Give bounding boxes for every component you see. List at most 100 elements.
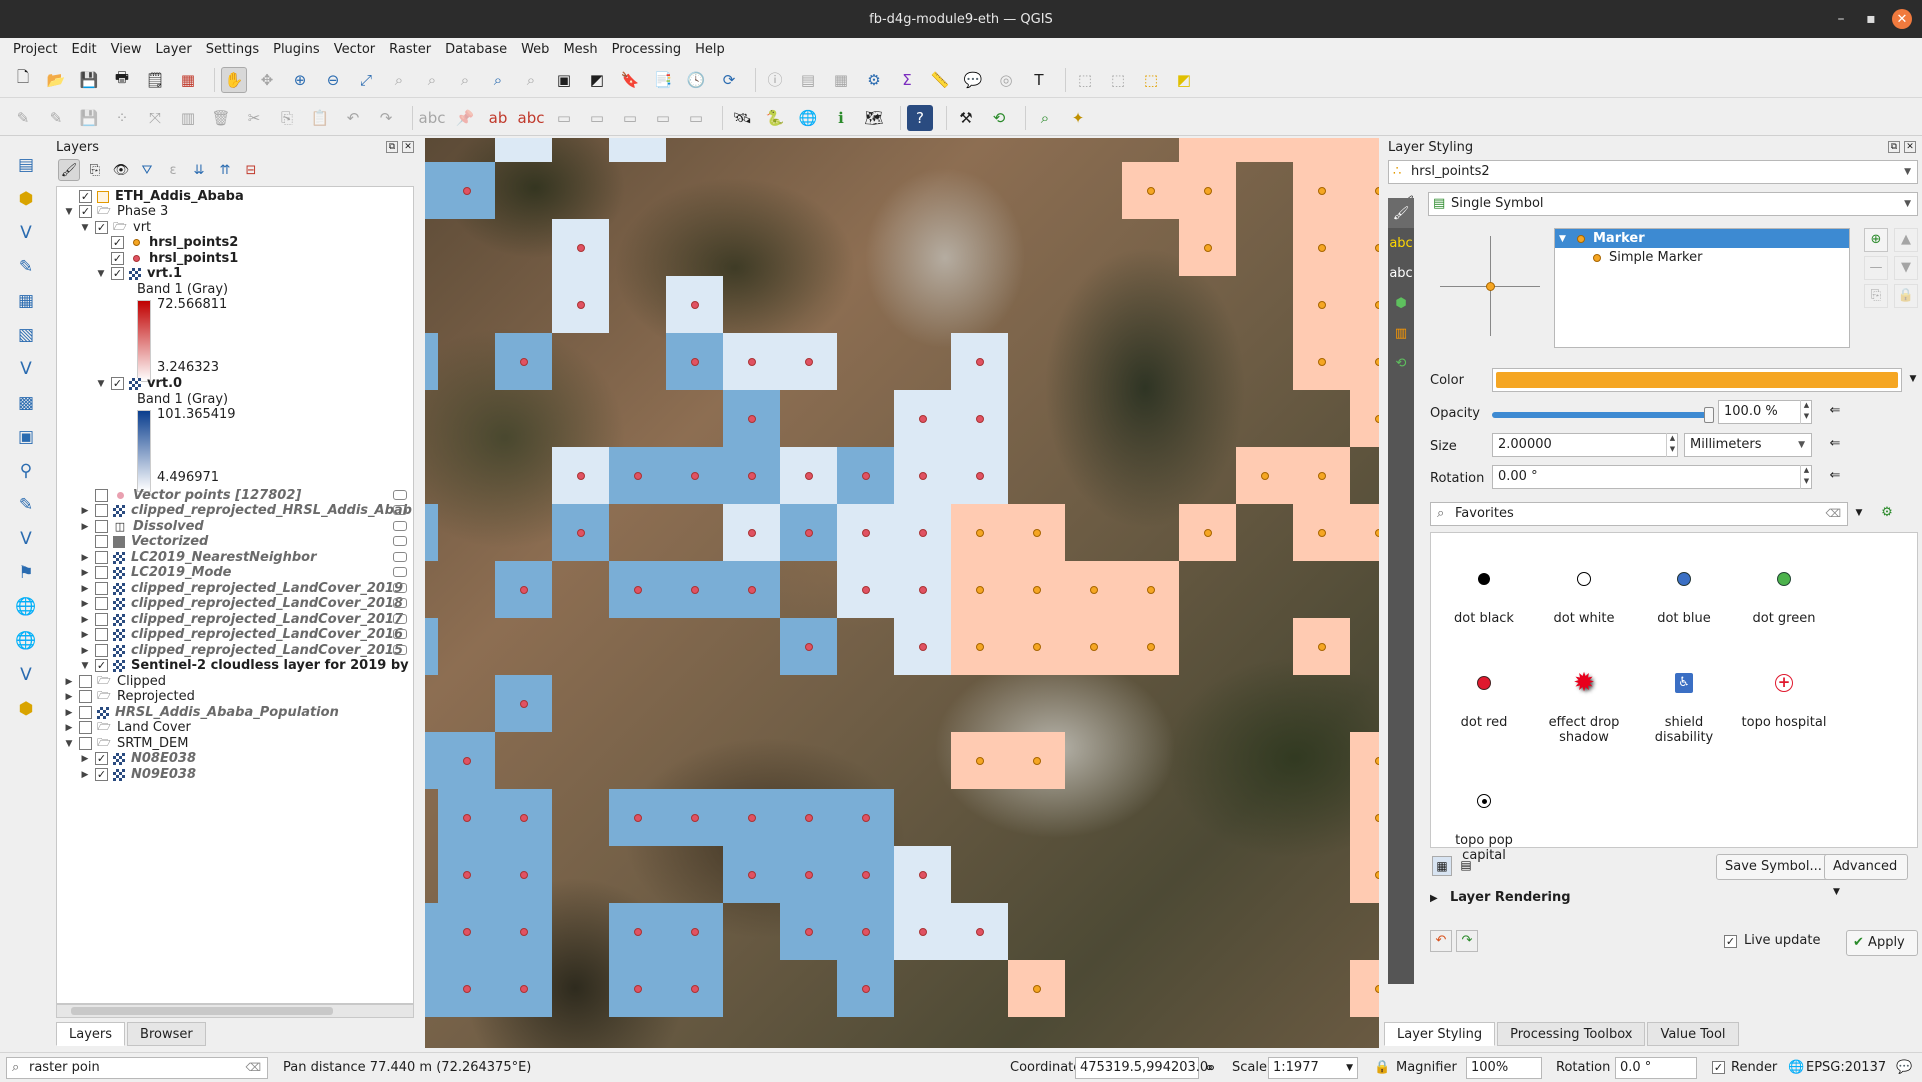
select-by-area-icon[interactable]: ⬚: [1072, 67, 1098, 93]
toggle-editing-icon[interactable]: ✎: [10, 105, 36, 131]
menu-processing[interactable]: Processing: [605, 42, 688, 57]
remove-layer-icon[interactable]: ⊟: [240, 159, 262, 181]
add-mesh-layer-icon[interactable]: ▦: [13, 288, 39, 314]
layer-checkbox[interactable]: ✓: [95, 659, 108, 672]
embedded-indicator-icon[interactable]: [393, 614, 407, 624]
gps-icon[interactable]: 🛰: [729, 105, 755, 131]
menu-layer[interactable]: Layer: [149, 42, 199, 57]
opacity-slider-handle[interactable]: [1704, 407, 1714, 423]
text-annotation-icon[interactable]: T: [1026, 67, 1052, 93]
symbol-layer-marker[interactable]: ▼ Marker: [1555, 229, 1849, 248]
add-vector-tile-icon[interactable]: ⬢: [13, 696, 39, 722]
tab-processing-toolbox[interactable]: Processing Toolbox: [1497, 1022, 1646, 1046]
remove-symbol-layer-button[interactable]: —: [1864, 256, 1888, 280]
symbol-topo-hospital[interactable]: + topo hospital: [1739, 669, 1829, 730]
add-wcs-icon[interactable]: 🌐: [13, 594, 39, 620]
tag-filter-chevron-icon[interactable]: ▼: [1848, 502, 1870, 526]
menu-settings[interactable]: Settings: [199, 42, 266, 57]
clear-icon[interactable]: ⌫: [245, 1058, 261, 1078]
expand-arrow-icon[interactable]: ▶: [63, 723, 75, 733]
float-panel-button[interactable]: ⧉: [386, 141, 398, 153]
symbol-shield-disability[interactable]: ♿ shield disability: [1639, 669, 1729, 745]
add-vector-layer-icon[interactable]: V: [13, 220, 39, 246]
move-label-icon[interactable]: ▭: [584, 105, 610, 131]
menu-edit[interactable]: Edit: [64, 42, 103, 57]
zoom-native-icon[interactable]: ⌕: [452, 67, 478, 93]
identify-info-icon[interactable]: ℹ: [828, 105, 854, 131]
symbology-tab-icon[interactable]: 🖌: [1388, 198, 1414, 228]
embedded-indicator-icon[interactable]: [393, 645, 407, 655]
expand-arrow-icon[interactable]: ▶: [1430, 893, 1438, 904]
data-defined-override-icon[interactable]: ⇐: [1824, 433, 1846, 457]
layer-checkbox[interactable]: [79, 721, 92, 734]
processing-toolbox-icon[interactable]: ⌕: [1032, 105, 1058, 131]
paste-features-icon[interactable]: 📋: [307, 105, 333, 131]
collapse-arrow-icon[interactable]: ▼: [95, 269, 107, 279]
add-group-icon[interactable]: ⎘: [84, 159, 106, 181]
collapse-arrow-icon[interactable]: ▼: [63, 207, 75, 217]
tab-browser[interactable]: Browser: [127, 1022, 206, 1046]
advanced-button[interactable]: Advanced ▼: [1824, 854, 1908, 897]
layer-checkbox[interactable]: ✓: [95, 768, 108, 781]
show-bookmarks-icon[interactable]: 📑: [650, 67, 676, 93]
layer-select-combo[interactable]: ∴ hrsl_points2 ▼: [1388, 160, 1918, 184]
style-manager-icon[interactable]: ▦: [175, 67, 201, 93]
duplicate-symbol-layer-button[interactable]: ⎘: [1864, 284, 1888, 308]
add-postgis-icon[interactable]: V: [13, 356, 39, 382]
layer-checkbox[interactable]: [95, 628, 108, 641]
identify-features-icon[interactable]: ⓘ: [762, 67, 788, 93]
embedded-indicator-icon[interactable]: [393, 505, 407, 515]
delete-selected-icon[interactable]: 🗑: [208, 105, 234, 131]
filter-legend-icon[interactable]: ⛛: [136, 159, 158, 181]
embedded-indicator-icon[interactable]: [393, 552, 407, 562]
layer-checkbox[interactable]: [95, 535, 108, 548]
processing-model-icon[interactable]: ⚒: [953, 105, 979, 131]
add-wms-icon[interactable]: ⚑: [13, 560, 39, 586]
label-toolbar-icon[interactable]: abc: [518, 105, 545, 131]
add-delimited-text-icon[interactable]: ▧: [13, 322, 39, 348]
value-tool-icon[interactable]: ✦: [1065, 105, 1091, 131]
expand-arrow-icon[interactable]: ▶: [63, 692, 75, 702]
lock-scale-icon[interactable]: 🔒: [1374, 1053, 1390, 1082]
tab-layer-styling[interactable]: Layer Styling: [1384, 1022, 1496, 1046]
expand-arrow-icon[interactable]: ▶: [63, 677, 75, 687]
attribute-table-icon[interactable]: ▤: [795, 67, 821, 93]
expand-all-icon[interactable]: ⇊: [188, 159, 210, 181]
live-update-checkbox[interactable]: ✓: [1724, 935, 1737, 948]
expand-arrow-icon[interactable]: ▶: [79, 599, 91, 609]
temporal-controller-icon[interactable]: 🕓: [683, 67, 709, 93]
menu-mesh[interactable]: Mesh: [556, 42, 604, 57]
crs-globe-icon[interactable]: 🌐: [1788, 1053, 1804, 1082]
close-panel-button[interactable]: ✕: [1904, 141, 1916, 153]
add-wfs-icon[interactable]: 🌐: [13, 628, 39, 654]
layer-rendering-section[interactable]: Layer Rendering: [1450, 890, 1571, 905]
scrollbar-thumb[interactable]: [71, 1007, 333, 1015]
symbol-search-input[interactable]: ⌕ Favorites ⌫: [1430, 502, 1848, 526]
embedded-indicator-icon[interactable]: [393, 583, 407, 593]
expand-arrow-icon[interactable]: ▶: [79, 754, 91, 764]
embedded-indicator-icon[interactable]: [393, 598, 407, 608]
zoom-next-icon[interactable]: ⌕: [518, 67, 544, 93]
layer-checkbox[interactable]: [95, 566, 108, 579]
symbol-effect-drop-shadow[interactable]: ✹ effect drop shadow: [1539, 669, 1629, 746]
menu-raster[interactable]: Raster: [382, 42, 438, 57]
new-project-icon[interactable]: 🗋: [10, 67, 36, 93]
symbol-layer-simple-marker[interactable]: Simple Marker: [1555, 248, 1849, 267]
map-tips-icon[interactable]: 💬: [960, 67, 986, 93]
opacity-spinbox[interactable]: 100.0 %: [1718, 400, 1812, 424]
layer-labeling-icon[interactable]: ab: [485, 105, 511, 131]
symbol-dot-green[interactable]: dot green: [1739, 565, 1829, 626]
render-checkbox[interactable]: ✓: [1712, 1061, 1725, 1074]
history-tab-icon[interactable]: ⟲: [1388, 348, 1414, 378]
masks-tab-icon[interactable]: abc: [1388, 258, 1414, 288]
expand-arrow-icon[interactable]: ▶: [79, 770, 91, 780]
new-bookmark-icon[interactable]: 🔖: [617, 67, 643, 93]
settings-gear-icon[interactable]: ⚙: [861, 67, 887, 93]
diagrams-tab-icon[interactable]: ▥: [1388, 318, 1414, 348]
rotation-spin-arrows[interactable]: ▲ ▼: [1800, 465, 1812, 489]
pan-to-selection-icon[interactable]: ✥: [254, 67, 280, 93]
measure-line-icon[interactable]: 📏: [927, 67, 953, 93]
cut-features-icon[interactable]: ✂: [241, 105, 267, 131]
python-console-icon[interactable]: 🐍: [762, 105, 788, 131]
vertex-tool-icon[interactable]: ⤧: [142, 105, 168, 131]
